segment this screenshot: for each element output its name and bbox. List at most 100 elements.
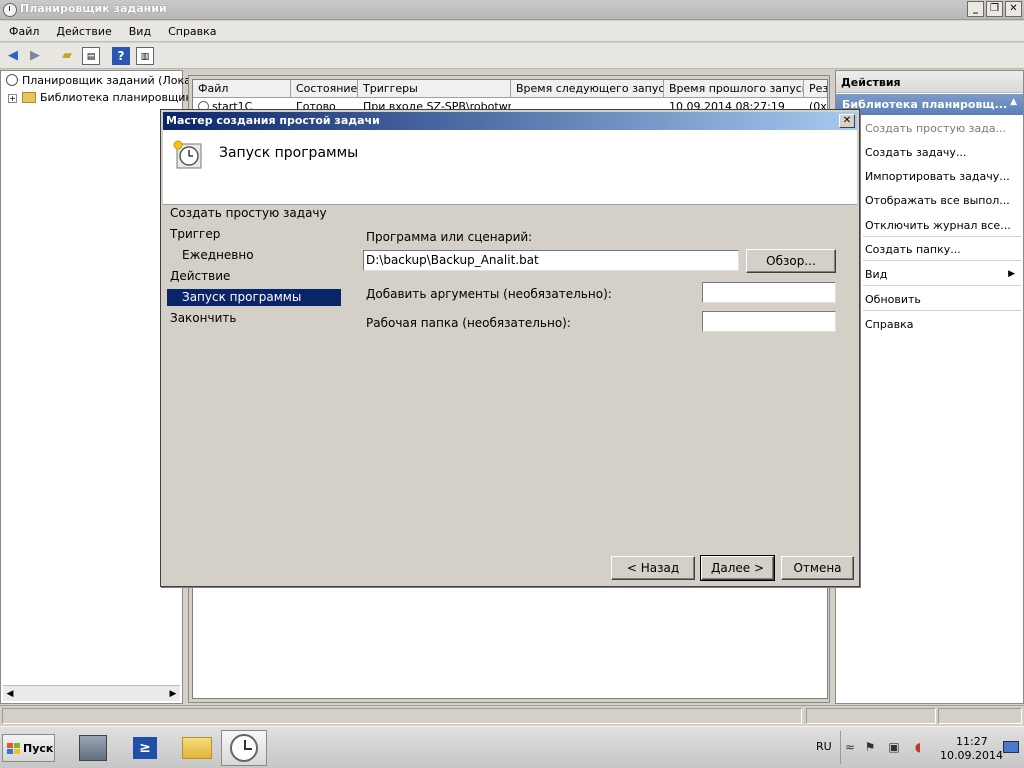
back-button[interactable]: < Назад bbox=[611, 556, 695, 580]
task-clock-icon bbox=[171, 138, 203, 170]
back-arrow-icon[interactable]: ◀ bbox=[4, 47, 22, 65]
action-new-folder[interactable]: Создать папку... bbox=[865, 243, 961, 256]
start-label: Пуск bbox=[23, 742, 54, 755]
wizard-page-title: Запуск программы bbox=[219, 145, 359, 161]
column-header[interactable]: Время прошлого запуска bbox=[664, 80, 804, 98]
powershell-icon: ≥ bbox=[133, 737, 157, 759]
task-scheduler-icon bbox=[230, 734, 258, 762]
separator bbox=[840, 731, 841, 764]
minimize-button[interactable]: _ bbox=[967, 1, 984, 17]
separator bbox=[863, 310, 1021, 311]
action-view[interactable]: Вид bbox=[865, 268, 887, 281]
next-button[interactable]: Далее > bbox=[700, 555, 775, 581]
step-create-basic-task[interactable]: Создать простую задачу bbox=[170, 206, 327, 220]
actions-header: Действия bbox=[836, 71, 1023, 93]
action-display-running[interactable]: Отображать все выпол... bbox=[865, 194, 1010, 207]
show-hide-action-pane-icon[interactable]: ▥ bbox=[136, 47, 154, 65]
separator bbox=[863, 285, 1021, 286]
toolbar: ◀ ▶ ▰ ▤ ? ▥ bbox=[0, 43, 1024, 69]
separator bbox=[863, 260, 1021, 261]
create-basic-task-wizard: Мастер создания простой задачи ✕ Запуск … bbox=[160, 109, 860, 587]
server-manager-icon bbox=[79, 735, 107, 761]
action-create-task[interactable]: Создать задачу... bbox=[865, 146, 966, 159]
taskbar-explorer[interactable] bbox=[174, 730, 220, 766]
windows-logo-icon bbox=[7, 743, 20, 755]
actions-section-header[interactable]: Библиотека планировщ... ▲ bbox=[836, 94, 1023, 115]
cancel-button[interactable]: Отмена bbox=[781, 556, 854, 580]
show-hidden-icons-icon[interactable]: ≈ bbox=[842, 739, 858, 755]
scroll-right-icon[interactable]: ▶ bbox=[166, 687, 180, 701]
folder-icon bbox=[182, 737, 212, 759]
clock-time[interactable]: 11:27 bbox=[956, 735, 988, 748]
tree-root[interactable]: Планировщик заданий (Локал bbox=[6, 74, 198, 87]
language-indicator[interactable]: RU bbox=[816, 740, 832, 753]
table-header: Файл Состояние Триггеры Время следующего… bbox=[193, 80, 827, 98]
tree-item-library[interactable]: + Библиотека планировщика bbox=[8, 91, 199, 104]
status-pane bbox=[938, 708, 1022, 724]
taskbar-powershell[interactable]: ≥ bbox=[122, 730, 168, 766]
column-header[interactable]: Триггеры bbox=[358, 80, 511, 98]
taskbar-server-manager[interactable] bbox=[70, 730, 116, 766]
network-icon[interactable]: ▣ bbox=[886, 739, 902, 755]
show-desktop-icon[interactable] bbox=[1003, 741, 1019, 753]
window-controls: _ ❐ ✕ bbox=[965, 1, 1022, 17]
action-center-flag-icon[interactable]: ⚑ bbox=[862, 739, 878, 755]
action-disable-history[interactable]: Отключить журнал все... bbox=[865, 219, 1011, 232]
column-header[interactable]: Время следующего запуска bbox=[511, 80, 664, 98]
tree-item-label: Библиотека планировщика bbox=[40, 91, 199, 104]
restore-button[interactable]: ❐ bbox=[986, 1, 1003, 17]
arguments-label: Добавить аргументы (необязательно): bbox=[366, 287, 612, 301]
submenu-arrow-icon: ▶ bbox=[1008, 269, 1015, 279]
column-header[interactable]: Рез bbox=[804, 80, 827, 98]
wizard-close-button[interactable]: ✕ bbox=[839, 114, 855, 128]
menu-view[interactable]: Вид bbox=[120, 25, 159, 38]
step-start-program[interactable]: Запуск программы bbox=[167, 289, 341, 306]
tree-root-label: Планировщик заданий (Локал bbox=[22, 74, 198, 87]
action-help[interactable]: Справка bbox=[865, 318, 913, 331]
program-input[interactable]: D:\backup\Backup_Analit.bat bbox=[363, 250, 739, 271]
column-header[interactable]: Состояние bbox=[291, 80, 358, 98]
arguments-input[interactable] bbox=[702, 282, 836, 303]
volume-muted-icon[interactable]: ◖ bbox=[910, 739, 926, 755]
step-finish[interactable]: Закончить bbox=[170, 311, 236, 325]
action-import-task[interactable]: Импортировать задачу... bbox=[865, 170, 1010, 183]
folder-up-icon[interactable]: ▰ bbox=[58, 47, 76, 65]
show-hide-tree-icon[interactable]: ▤ bbox=[82, 47, 100, 65]
status-bar bbox=[0, 705, 1024, 725]
separator bbox=[863, 236, 1021, 237]
wizard-title: Мастер создания простой задачи bbox=[166, 114, 380, 127]
window-title: Планировщик заданий bbox=[20, 2, 167, 15]
tree-horizontal-scrollbar[interactable]: ◀ ▶ bbox=[3, 685, 180, 701]
folder-clock-icon bbox=[22, 92, 36, 103]
start-button[interactable]: Пуск bbox=[2, 734, 55, 762]
action-create-basic-task[interactable]: Создать простую зада... bbox=[865, 122, 1006, 135]
system-tray: RU ≈ ⚑ ▣ ◖ 11:27 10.09.2014 bbox=[806, 729, 1022, 766]
scroll-left-icon[interactable]: ◀ bbox=[3, 687, 17, 701]
menu-action[interactable]: Действие bbox=[47, 25, 119, 38]
navigation-tree: Планировщик заданий (Локал + Библиотека п… bbox=[0, 70, 199, 704]
actions-section-label: Библиотека планировщ... bbox=[842, 98, 1008, 111]
status-pane bbox=[2, 708, 802, 724]
step-action[interactable]: Действие bbox=[170, 269, 230, 283]
expand-icon[interactable]: + bbox=[8, 94, 17, 103]
step-trigger[interactable]: Триггер bbox=[170, 227, 220, 241]
menu-help[interactable]: Справка bbox=[159, 25, 224, 38]
clock-date[interactable]: 10.09.2014 bbox=[940, 749, 1003, 762]
browse-button[interactable]: Обзор... bbox=[746, 249, 836, 273]
menu-file[interactable]: Файл bbox=[0, 25, 47, 38]
forward-arrow-icon[interactable]: ▶ bbox=[26, 47, 44, 65]
clock-icon bbox=[6, 74, 18, 86]
collapse-icon[interactable]: ▲ bbox=[1010, 97, 1017, 107]
close-button[interactable]: ✕ bbox=[1005, 1, 1022, 17]
taskbar: Пуск ≥ RU ≈ ⚑ ▣ ◖ 11:27 10.09.2014 bbox=[0, 726, 1024, 768]
actions-pane: Действия Библиотека планировщ... ▲ Созда… bbox=[835, 70, 1024, 704]
taskbar-task-scheduler[interactable] bbox=[221, 730, 267, 766]
wizard-banner: Запуск программы bbox=[163, 130, 857, 205]
column-header[interactable]: Файл bbox=[193, 80, 291, 98]
clock-icon bbox=[3, 3, 17, 17]
action-refresh[interactable]: Обновить bbox=[865, 293, 921, 306]
working-folder-label: Рабочая папка (необязательно): bbox=[366, 316, 571, 330]
step-daily[interactable]: Ежедневно bbox=[182, 248, 254, 262]
working-folder-input[interactable] bbox=[702, 311, 836, 332]
help-icon[interactable]: ? bbox=[112, 47, 130, 65]
